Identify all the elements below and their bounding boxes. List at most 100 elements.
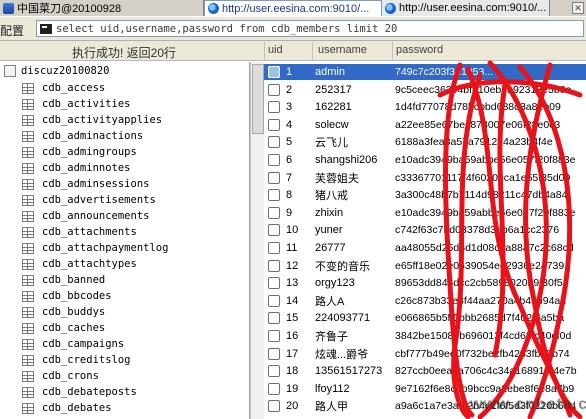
table-row[interactable]: 2 252317 9c5ceec36394bfe10eb7a92313e5b0e [264,82,586,98]
cell-password: a22ee85e67bec878007e06f28e0c3 [395,118,561,131]
tree-item-table[interactable]: cdb_bbcodes [22,288,168,304]
cell-password: e65ff18e02e0639054ee2936e24739 [395,259,565,272]
column-divider [312,42,313,60]
tree-item-table[interactable]: cdb_campaigns [22,336,168,352]
tree-item-table[interactable]: cdb_banned [22,272,168,288]
row-checkbox[interactable] [268,382,280,395]
tree-item-table[interactable]: cdb_adminactions [22,128,168,144]
table-row[interactable]: 18 13561517273 827ccb0eea8a706c4c34a16891f… [264,363,586,379]
close-icon[interactable]: ✕ [572,2,584,14]
row-checkbox[interactable] [268,66,280,78]
row-checkbox[interactable] [268,400,280,413]
table-row[interactable]: 16 齐鲁子 3842be1508bb696013f4cd62fc40cf0d [264,328,586,344]
table-row[interactable]: 9 zhixin e10adc3949ba59abbe56e057f20f883e [264,205,586,221]
tree-root-database[interactable]: discuz20100820 [4,64,110,78]
row-checkbox[interactable] [268,365,280,378]
row-checkbox[interactable] [268,294,280,307]
tree-scrollbar[interactable] [250,62,264,419]
table-row[interactable]: 17 炫魂...爵爷 cbf777b49ee0f732be2fb4263fbe6b7… [264,346,586,362]
cell-password: aa48055d25d3d1d08c7a88a7c2c68cd [395,242,574,254]
tab-close-area: ✕ [550,0,586,16]
tree-item-table[interactable]: cdb_access [22,80,168,96]
table-row[interactable]: 1 admin 749c7c203f3e1953... [264,64,586,80]
tree-item-table[interactable]: cdb_attachtypes [22,256,168,272]
table-row[interactable]: 6 shangshi206 e10adc3949ba59abbe56e057f20f… [264,152,586,168]
sql-query-input[interactable]: select uid,username,password from cdb_me… [36,20,584,37]
table-row[interactable]: 3 162281 1d4fd77078d78bcbbd688d3a8eb09 [264,99,586,115]
table-icon [22,130,34,142]
tree-item-table[interactable]: cdb_attachpaymentlog [22,240,168,256]
row-checkbox[interactable] [268,101,280,114]
cell-username: 不变的音乐 [315,260,370,273]
row-checkbox[interactable] [268,154,280,166]
cell-uid: 20 [286,400,299,413]
row-checkbox[interactable] [268,118,280,131]
table-row[interactable]: 19 lfoy112 9e7162f6e8c5b9bcc9a2ebe8f6e8a7b… [264,381,586,397]
column-header-uid[interactable]: uid [268,44,283,56]
row-checkbox[interactable] [268,83,280,96]
row-checkbox[interactable] [268,189,280,202]
table-row[interactable]: 8 猪八戒 3a300c48b7b7114d98211c47db4a84 [264,187,586,203]
tree-item-table[interactable]: cdb_buddys [22,304,168,320]
tree-item-table[interactable]: cdb_adminnotes [22,160,168,176]
table-row[interactable]: 7 芙蓉姐夫 c33367701117f4f6020eca1e55f35d09 [264,170,586,186]
result-grid: 1 admin 749c7c203f3e1953... 2 252317 9c5ceec3… [264,62,586,419]
browser-icon [385,2,396,14]
row-checkbox[interactable] [268,206,280,219]
table-name: cdb_announcements [42,210,150,222]
tree-item-table[interactable]: cdb_crons [22,368,168,384]
cell-uid: 13 [286,277,299,290]
row-checkbox[interactable] [268,259,280,272]
cell-uid: 10 [286,224,299,237]
table-row[interactable]: 4 solecw a22ee85e67bec878007e06f28e0c3 [264,117,586,133]
row-checkbox[interactable] [268,242,280,254]
row-checkbox[interactable] [268,224,280,237]
tree-item-table[interactable]: cdb_activities [22,96,168,112]
cell-uid: 3 [286,101,293,114]
tree-item-table[interactable]: cdb_debateposts [22,384,168,400]
tree-item-table[interactable]: cdb_announcements [22,208,168,224]
column-header-password[interactable]: password [396,44,443,56]
row-checkbox[interactable] [268,347,280,360]
tree-item-table[interactable]: cdb_debates [22,400,168,416]
row-checkbox[interactable] [268,312,280,325]
table-row[interactable]: 5 云飞儿 6188a3fea8a57a791214a23b4f4e [264,134,586,150]
row-checkbox[interactable] [268,330,280,342]
tab-caidao[interactable]: 中国菜刀@20100928 [0,0,204,16]
column-divider [392,42,393,60]
cell-password: cbf777b49ee0f732be2fb4263fbe6b74 [395,347,570,360]
browser-icon [208,3,219,14]
cell-password: 749c7c203f3e1953... [395,66,494,78]
table-row[interactable]: 14 路人A c26c873b33e8f44aa270a4b45b94ad [264,293,586,309]
tree-item-table[interactable]: cdb_activityapplies [22,112,168,128]
cell-username: 13561517273 [315,365,383,378]
sql-toolbar: 配置 select uid,username,password from cdb… [0,17,586,41]
tree-item-table[interactable]: cdb_admingroups [22,144,168,160]
tab-active-site[interactable]: http://user.eesina.com:9010/... [204,0,382,16]
table-icon [22,274,34,286]
tree-item-table[interactable]: cdb_advertisements [22,192,168,208]
row-checkbox[interactable] [268,171,280,184]
table-row[interactable]: 10 yuner c742f63c7bd03378d3ab6a1cc2376 [264,222,586,238]
scrollbar-thumb[interactable] [252,64,264,134]
cell-uid: 7 [286,171,293,184]
config-label[interactable]: 配置 [0,22,24,39]
tree-item-table[interactable]: cdb_caches [22,320,168,336]
column-header-username[interactable]: username [318,44,367,56]
table-list: cdb_access cdb_activities cdb_activityappl… [22,80,168,419]
table-row[interactable]: 13 orgy123 89653dd846dcc2cb5898020b9f30f5 [264,275,586,291]
tree-item-table[interactable]: cdb_adminsessions [22,176,168,192]
table-row[interactable]: 15 224093771 e066865b5ff5bbb2685d7f402f6a5… [264,310,586,326]
sql-query-text[interactable]: select uid,username,password from cdb_me… [56,23,397,35]
row-checkbox[interactable] [268,136,280,149]
tree-item-table[interactable]: cdb_attachments [22,224,168,240]
cell-password: e10adc3949ba59abbe56e057f20f883e [395,206,576,219]
table-name: cdb_attachments [42,226,137,238]
tree-item-table[interactable]: cdb_creditslog [22,352,168,368]
cell-uid: 14 [286,294,299,307]
table-row[interactable]: 11 26777 aa48055d25d3d1d08c7a88a7c2c68cd [264,240,586,256]
table-row[interactable]: 12 不变的音乐 e65ff18e02e0639054ee2936e24739 [264,258,586,274]
row-checkbox[interactable] [268,277,280,290]
tab-site-2[interactable]: http://user.eesina.com:9010/... [382,0,550,16]
table-name: cdb_crons [42,370,99,382]
